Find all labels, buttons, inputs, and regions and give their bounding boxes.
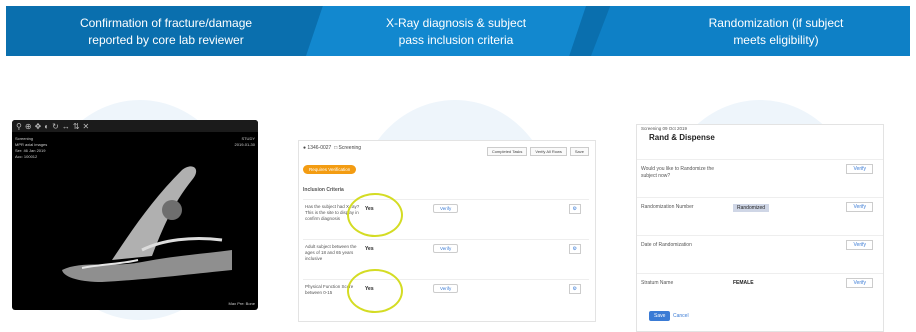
banner-step-2: X-Ray diagnosis & subject pass inclusion… bbox=[336, 15, 576, 49]
verify-button[interactable]: Verify bbox=[846, 202, 873, 212]
reset-icon[interactable]: ✕ bbox=[83, 122, 90, 131]
field-value: Randomized bbox=[733, 204, 770, 212]
banner-step-2-line2: pass inclusion criteria bbox=[398, 33, 514, 47]
tab-verify-all[interactable]: Verify All Rows bbox=[530, 147, 567, 156]
field-label: Date of Randomization bbox=[641, 242, 692, 248]
zoom-icon[interactable]: ⊕ bbox=[25, 122, 32, 131]
criteria-row: Physical Function Score between 0-15 Yes… bbox=[303, 279, 589, 320]
randomize-row: Randomization Number Randomized Verify bbox=[637, 197, 883, 236]
viewer-meta-right: STUDY 2019-01-30 bbox=[235, 136, 255, 148]
criteria-row: Adult subject between the ages of 18 and… bbox=[303, 239, 589, 280]
field-label: Randomization Number bbox=[641, 204, 694, 210]
verify-button[interactable]: Verify bbox=[433, 244, 459, 253]
verify-button[interactable]: Verify bbox=[846, 164, 873, 174]
contrast-icon[interactable]: ◐ bbox=[44, 122, 49, 131]
process-banner: Confirmation of fracture/damage reported… bbox=[6, 6, 910, 56]
verify-button[interactable]: Verify bbox=[433, 284, 459, 293]
save-button[interactable]: Save bbox=[649, 311, 671, 321]
viewer-toolbar: ⚲ ⊕ ✥ ◐ ↻ ↔ ⇅ ✕ bbox=[12, 120, 258, 132]
randomize-row: Would you like to Randomize the subject … bbox=[637, 159, 883, 198]
measure-icon[interactable]: ↔ bbox=[62, 122, 70, 131]
verify-button[interactable]: Verify bbox=[433, 204, 459, 213]
gear-icon[interactable]: ⚙ bbox=[568, 284, 581, 294]
flip-icon[interactable]: ⇅ bbox=[73, 122, 80, 131]
banner-step-3-line2: meets eligibility) bbox=[733, 33, 819, 47]
field-label: Would you like to Randomize the subject … bbox=[641, 166, 715, 179]
randomize-header: Screening 09 Oct 2019 bbox=[641, 126, 688, 131]
criteria-row: Has the subject had X-ray? This is the s… bbox=[303, 199, 589, 240]
banner-step-1-line1: Confirmation of fracture/damage bbox=[79, 16, 253, 30]
banner-step-3: Randomization (if subject meets eligibil… bbox=[646, 15, 906, 49]
foot-xray-image bbox=[62, 166, 232, 282]
inclusion-form: ● 1346-0027 □ Screening Completed Tasks … bbox=[298, 140, 596, 322]
highlight-circle bbox=[347, 269, 403, 313]
field-value: FEMALE bbox=[733, 280, 754, 286]
rotate-icon[interactable]: ↻ bbox=[52, 122, 59, 131]
gear-icon[interactable]: ⚙ bbox=[568, 244, 581, 254]
banner-step-2-line1: X-Ray diagnosis & subject bbox=[385, 16, 527, 30]
banner-step-1: Confirmation of fracture/damage reported… bbox=[46, 15, 286, 49]
page-title: Rand & Dispense bbox=[649, 133, 715, 142]
xray-viewer[interactable]: ⚲ ⊕ ✥ ◐ ↻ ↔ ⇅ ✕ Screening MPR axial imag… bbox=[12, 120, 258, 310]
randomize-row: Stratum Name FEMALE Verify bbox=[637, 273, 883, 308]
status-badge: Requires Verification bbox=[303, 165, 357, 174]
banner-step-3-line1: Randomization (if subject bbox=[708, 16, 844, 30]
randomize-row: Date of Randomization Verify bbox=[637, 235, 883, 274]
pan-icon[interactable]: ✥ bbox=[35, 122, 42, 131]
verify-button[interactable]: Verify bbox=[846, 278, 873, 288]
form-actions: Completed Tasks Verify All Rows Save bbox=[486, 147, 589, 156]
criteria-question: Adult subject between the ages of 18 and… bbox=[305, 244, 357, 261]
cancel-button[interactable]: Cancel bbox=[673, 313, 689, 319]
meta-line: 2019-01-30 bbox=[234, 142, 255, 147]
randomization-form: Screening 09 Oct 2019 Rand & Dispense Wo… bbox=[636, 124, 884, 332]
tab-completed-tasks[interactable]: Completed Tasks bbox=[486, 147, 528, 156]
highlight-circle bbox=[347, 193, 403, 237]
subject-header: ● 1346-0027 □ Screening bbox=[303, 145, 362, 151]
subject-status: Screening bbox=[338, 145, 362, 151]
verify-button[interactable]: Verify bbox=[846, 240, 873, 250]
gear-icon[interactable]: ⚙ bbox=[568, 204, 581, 214]
banner-step-1-line2: reported by core lab reviewer bbox=[88, 33, 244, 47]
subject-id: 1346-0027 bbox=[307, 145, 332, 151]
search-icon[interactable]: ⚲ bbox=[16, 122, 22, 131]
user-icon: ● bbox=[303, 145, 307, 151]
field-label: Stratum Name bbox=[641, 280, 674, 286]
viewer-footer: Max Pre: Bone bbox=[228, 301, 255, 306]
section-title: Inclusion Criteria bbox=[303, 187, 344, 193]
tab-save[interactable]: Save bbox=[569, 147, 589, 156]
criteria-answer: Yes bbox=[365, 246, 374, 252]
